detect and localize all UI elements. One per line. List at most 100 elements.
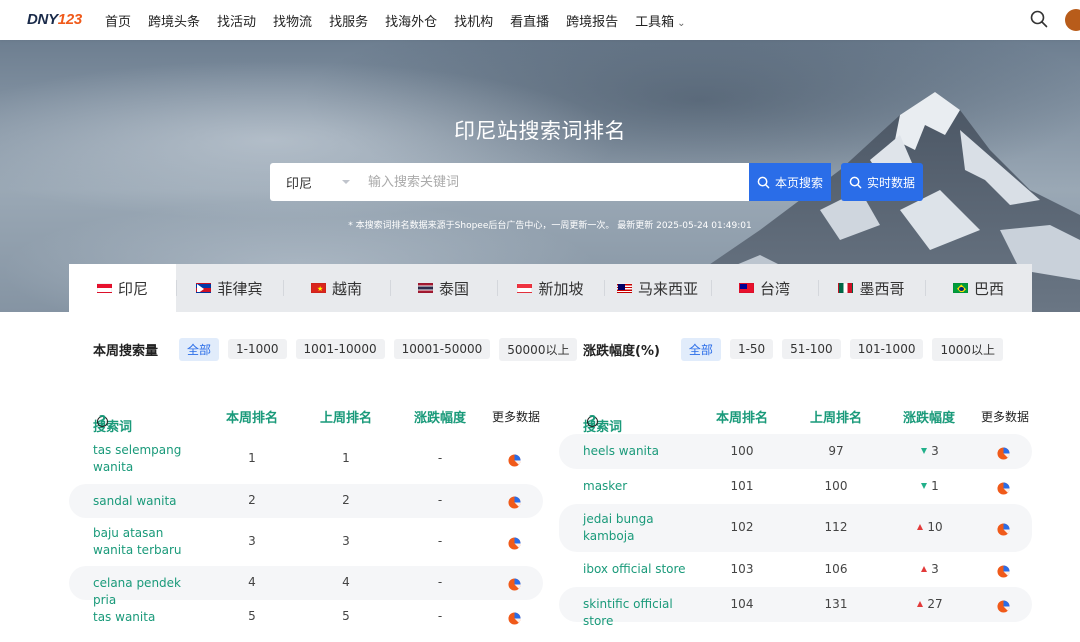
chevron-down-icon: ⌄ bbox=[677, 17, 686, 29]
table-row[interactable]: celana pendek pria 4 4- bbox=[69, 566, 543, 607]
table-row[interactable]: heels wanita 100 97 3 bbox=[559, 434, 1032, 469]
arrow-up-icon bbox=[921, 565, 928, 572]
arrow-up-icon bbox=[917, 524, 924, 530]
flag-thailand-icon bbox=[417, 283, 433, 293]
nav-live[interactable]: 看直播 bbox=[510, 11, 549, 30]
keyword-link[interactable]: masker bbox=[583, 478, 693, 495]
col-change[interactable]: 涨跌幅度 bbox=[903, 407, 955, 426]
nav-reports[interactable]: 跨境报告 bbox=[566, 11, 618, 30]
col-this-week[interactable]: 本周排名 bbox=[716, 407, 768, 426]
pie-chart-icon[interactable] bbox=[508, 576, 521, 591]
table-header: 搜索词? 本周排名 上周排名 涨跌幅度 更多数据 bbox=[559, 398, 1032, 435]
rank-change: - bbox=[437, 493, 443, 507]
avatar[interactable] bbox=[1065, 9, 1080, 31]
pie-chart-icon[interactable] bbox=[997, 521, 1010, 536]
pie-chart-icon[interactable] bbox=[508, 452, 521, 467]
pie-chart-icon[interactable] bbox=[508, 610, 521, 625]
keyword-link[interactable]: tas selempang wanita bbox=[93, 442, 203, 476]
this-week-rank: 102 bbox=[730, 520, 754, 534]
keyword-link[interactable]: skintific official store bbox=[583, 596, 693, 630]
table-row[interactable]: ibox official store 103 106 3 bbox=[559, 552, 1032, 587]
rank-change: - bbox=[437, 451, 443, 465]
table-row[interactable]: skintific official store 104 131 27 bbox=[559, 587, 1032, 628]
logo[interactable]: DNY123 bbox=[27, 11, 82, 28]
rank-change: 3 bbox=[900, 444, 960, 458]
change-filter-1-50[interactable]: 1-50 bbox=[729, 339, 774, 359]
nav-services[interactable]: 找服务 bbox=[329, 11, 368, 30]
page-title: 印尼站搜索词排名 bbox=[454, 119, 626, 143]
table-row[interactable]: sandal wanita 2 2 - bbox=[69, 484, 543, 518]
tab-taiwan[interactable]: 台湾 bbox=[711, 264, 818, 312]
flag-brazil-icon bbox=[952, 283, 968, 293]
this-week-rank: 101 bbox=[730, 478, 754, 493]
keyword-link[interactable]: ibox official store bbox=[583, 561, 693, 578]
table-row[interactable]: masker 101 100 1 bbox=[559, 469, 1032, 504]
tab-vietnam[interactable]: ★ 越南 bbox=[283, 264, 390, 312]
help-icon[interactable]: ? bbox=[587, 415, 598, 428]
country-select[interactable]: 印尼 bbox=[270, 163, 358, 201]
table-row[interactable]: tas selempang wanita 1 1 - bbox=[69, 434, 543, 484]
this-week-rank: 103 bbox=[730, 561, 754, 576]
keyword-link[interactable]: tas wanita bbox=[93, 609, 203, 626]
this-week-rank: 2 bbox=[248, 493, 256, 507]
pie-chart-icon[interactable] bbox=[508, 535, 521, 550]
col-this-week[interactable]: 本周排名 bbox=[226, 407, 278, 426]
top-navbar: DNY123 首页 跨境头条 找活动 找物流 找服务 找海外仓 找机构 看直播 … bbox=[0, 0, 1080, 40]
ranking-table-right: 搜索词? 本周排名 上周排名 涨跌幅度 更多数据 heels wanita 100… bbox=[559, 398, 1032, 628]
change-filter-51-100[interactable]: 51-100 bbox=[782, 339, 841, 359]
col-last-week[interactable]: 上周排名 bbox=[320, 407, 372, 426]
pie-chart-icon[interactable] bbox=[997, 563, 1010, 578]
nav-toolbox[interactable]: 工具箱 ⌄ bbox=[635, 11, 685, 30]
search-icon[interactable] bbox=[1030, 10, 1048, 28]
keyword-link[interactable]: heels wanita bbox=[583, 443, 693, 460]
realtime-data-button[interactable]: 实时数据 bbox=[841, 163, 923, 201]
tab-malaysia[interactable]: 马来西亚 bbox=[604, 264, 711, 312]
nav-home[interactable]: 首页 bbox=[105, 11, 131, 30]
volume-filter-10001-50000[interactable]: 10001-50000 bbox=[393, 339, 491, 359]
table-row[interactable]: baju atasan wanita terbaru 3 3 - bbox=[69, 518, 543, 566]
last-week-rank: 97 bbox=[828, 443, 844, 458]
change-filter-101-1000[interactable]: 101-1000 bbox=[849, 339, 924, 359]
col-more: 更多数据 bbox=[981, 410, 1030, 424]
nav-logistics[interactable]: 找物流 bbox=[273, 11, 312, 30]
table-row[interactable]: jedai bunga kamboja 102 112 10 bbox=[559, 504, 1032, 552]
keyword-link[interactable]: jedai bunga kamboja bbox=[583, 511, 693, 545]
tab-philippines[interactable]: 菲律宾 bbox=[176, 264, 283, 312]
tab-singapore[interactable]: 新加坡 bbox=[497, 264, 604, 312]
nav-news[interactable]: 跨境头条 bbox=[148, 11, 200, 30]
tab-indonesia[interactable]: 印尼 bbox=[69, 264, 176, 312]
volume-filter-50000-plus[interactable]: 50000以上 bbox=[499, 337, 578, 361]
pie-chart-icon[interactable] bbox=[997, 480, 1010, 495]
volume-filter-all[interactable]: 全部 bbox=[179, 337, 220, 361]
nav-events[interactable]: 找活动 bbox=[217, 11, 256, 30]
keyword-link[interactable]: baju atasan wanita terbaru bbox=[93, 525, 203, 559]
help-icon[interactable]: ? bbox=[97, 415, 108, 428]
country-tabs: 印尼 菲律宾 ★ 越南 泰国 新加坡 马来西亚 台湾 墨西哥 巴西 bbox=[69, 264, 1032, 312]
last-week-rank: 3 bbox=[342, 534, 350, 548]
this-week-rank: 3 bbox=[248, 534, 256, 548]
nav-warehouse[interactable]: 找海外仓 bbox=[385, 11, 437, 30]
keyword-link[interactable]: sandal wanita bbox=[93, 493, 203, 510]
table-row[interactable]: tas wanita 5 5 - bbox=[69, 600, 543, 634]
tab-thailand[interactable]: 泰国 bbox=[390, 264, 497, 312]
col-last-week[interactable]: 上周排名 bbox=[810, 407, 862, 426]
change-filter-all[interactable]: 全部 bbox=[680, 337, 721, 361]
pie-chart-icon[interactable] bbox=[508, 494, 521, 509]
tab-mexico[interactable]: 墨西哥 bbox=[818, 264, 925, 312]
this-week-rank: 100 bbox=[730, 443, 754, 458]
col-change[interactable]: 涨跌幅度 bbox=[414, 407, 466, 426]
pie-chart-icon[interactable] bbox=[997, 598, 1010, 613]
tab-brazil[interactable]: 巴西 bbox=[925, 264, 1032, 312]
rank-change: 1 bbox=[900, 479, 960, 493]
volume-filter-1-1000[interactable]: 1-1000 bbox=[228, 339, 287, 359]
last-week-rank: 5 bbox=[342, 609, 350, 623]
page-search-button[interactable]: 本页搜索 bbox=[749, 163, 831, 201]
nav-institutions[interactable]: 找机构 bbox=[454, 11, 493, 30]
search-input[interactable] bbox=[358, 164, 728, 200]
volume-filter-1001-10000[interactable]: 1001-10000 bbox=[295, 339, 385, 359]
pie-chart-icon[interactable] bbox=[997, 445, 1010, 460]
last-week-rank: 100 bbox=[824, 478, 848, 493]
change-filter-1000-plus[interactable]: 1000以上 bbox=[932, 337, 1004, 361]
update-note: * 本搜索词排名数据来源于Shopee后台广告中心，一周更新一次。 最新更新 2… bbox=[348, 221, 752, 231]
last-week-rank: 2 bbox=[342, 493, 350, 507]
